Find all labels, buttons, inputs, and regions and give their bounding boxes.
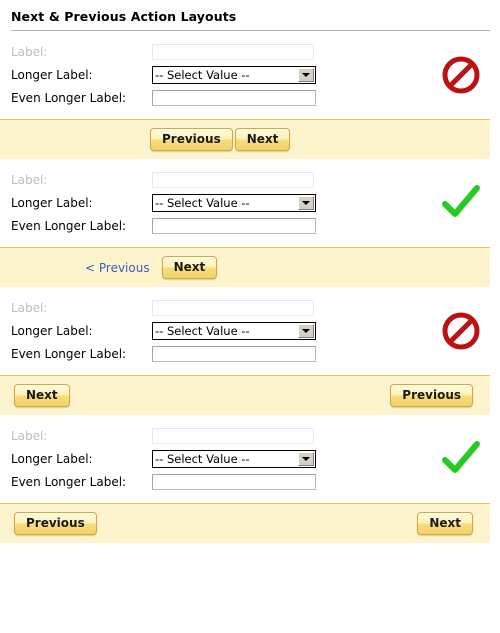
action-bar-2: < Previous Next [0,247,490,287]
label-input[interactable] [152,300,314,316]
next-button-2[interactable]: Next [161,256,218,279]
field-label-even-longer: Even Longer Label: [11,219,127,233]
form-row-longer-label: Longer Label: -- Select Value -- [11,192,500,214]
checkmark-icon [440,438,482,480]
form-row-even-longer-label: Even Longer Label: [11,471,500,493]
form-row-even-longer-label: Even Longer Label: [11,343,500,365]
field-label-label: Label: [11,429,48,443]
form-row-label: Label: [11,169,500,191]
field-label-label: Label: [11,45,48,59]
page-header: Next & Previous Action Layouts [0,0,500,24]
select-value-text: -- Select Value -- [155,196,250,210]
even-longer-label-input[interactable] [152,90,316,106]
longer-label-select[interactable]: -- Select Value -- [152,450,316,468]
select-value-text: -- Select Value -- [155,68,250,82]
form-row-label: Label: [11,297,500,319]
even-longer-label-input[interactable] [152,346,316,362]
form-row-longer-label: Longer Label: -- Select Value -- [11,320,500,342]
checkmark-icon [440,182,482,224]
chevron-down-icon[interactable] [298,324,314,338]
field-label-longer: Longer Label: [11,68,93,82]
select-value-text: -- Select Value -- [155,452,250,466]
previous-button-1[interactable]: Previous [150,128,233,151]
form-section-2: Label: Longer Label: -- Select Value -- … [0,159,500,247]
form-section-4: Label: Longer Label: -- Select Value -- … [0,415,500,503]
form-section-1: Label: Longer Label: -- Select Value -- … [0,31,500,119]
chevron-down-icon[interactable] [298,68,314,82]
label-input[interactable] [152,428,314,444]
field-label-even-longer: Even Longer Label: [11,91,127,105]
form-row-label: Label: [11,425,500,447]
form-row-longer-label: Longer Label: -- Select Value -- [11,64,500,86]
prohibition-icon [440,310,482,352]
previous-button-3[interactable]: Previous [390,384,473,407]
field-label-label: Label: [11,301,48,315]
field-label-label: Label: [11,173,48,187]
label-input[interactable] [152,172,314,188]
field-label-longer: Longer Label: [11,324,93,338]
page-title: Next & Previous Action Layouts [11,9,237,24]
prohibition-icon [440,54,482,96]
form-row-even-longer-label: Even Longer Label: [11,87,500,109]
longer-label-select[interactable]: -- Select Value -- [152,194,316,212]
action-bar-3: Next Previous [0,375,490,415]
field-label-longer: Longer Label: [11,452,93,466]
next-button-4[interactable]: Next [417,512,473,535]
select-value-text: -- Select Value -- [155,324,250,338]
form-row-longer-label: Longer Label: -- Select Value -- [11,448,500,470]
field-label-even-longer: Even Longer Label: [11,475,127,489]
action-bar-4: Previous Next [0,503,490,543]
form-row-label: Label: [11,41,500,63]
form-row-even-longer-label: Even Longer Label: [11,215,500,237]
even-longer-label-input[interactable] [152,474,316,490]
form-section-3: Label: Longer Label: -- Select Value -- … [0,287,500,375]
even-longer-label-input[interactable] [152,218,316,234]
next-button-1[interactable]: Next [234,128,291,151]
chevron-down-icon[interactable] [298,196,314,210]
action-bar-1: Previous Next [0,119,490,159]
longer-label-select[interactable]: -- Select Value -- [152,322,316,340]
previous-link-2[interactable]: < Previous [85,261,150,275]
longer-label-select[interactable]: -- Select Value -- [152,66,316,84]
previous-button-4[interactable]: Previous [14,512,97,535]
field-label-even-longer: Even Longer Label: [11,347,127,361]
field-label-longer: Longer Label: [11,196,93,210]
label-input[interactable] [152,44,314,60]
chevron-down-icon[interactable] [298,452,314,466]
next-button-3[interactable]: Next [14,384,70,407]
